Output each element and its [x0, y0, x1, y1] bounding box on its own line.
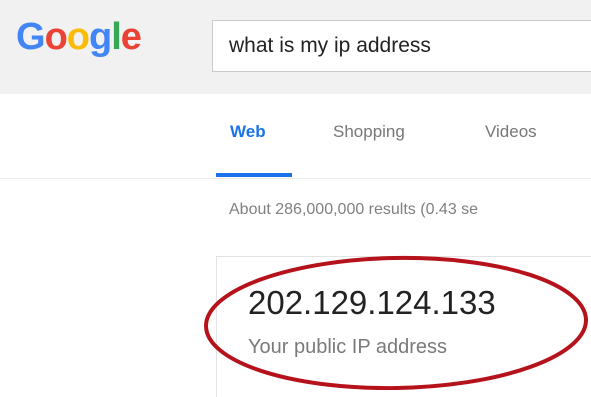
google-logo[interactable]: Google — [16, 16, 142, 59]
logo-letter: o — [66, 16, 90, 58]
public-ip-value: 202.129.124.133 — [248, 284, 496, 321]
search-header: Google — [0, 0, 591, 95]
result-stats: About 286,000,000 results (0.43 se — [229, 201, 479, 218]
search-box[interactable] — [212, 20, 591, 72]
search-input[interactable] — [229, 21, 589, 71]
search-tabs: Web Shopping Videos — [0, 94, 591, 179]
tab-videos[interactable]: Videos — [485, 122, 537, 142]
public-ip-caption: Your public IP address — [248, 336, 448, 358]
active-tab-indicator — [216, 173, 292, 177]
logo-letter: G — [16, 16, 46, 58]
logo-letter: o — [44, 16, 68, 58]
tab-web[interactable]: Web — [230, 122, 266, 142]
tab-shopping[interactable]: Shopping — [333, 122, 405, 142]
logo-letter: g — [89, 16, 112, 58]
ip-answer-card — [216, 256, 591, 397]
logo-letter: e — [120, 16, 142, 58]
logo-letter: l — [111, 16, 122, 58]
